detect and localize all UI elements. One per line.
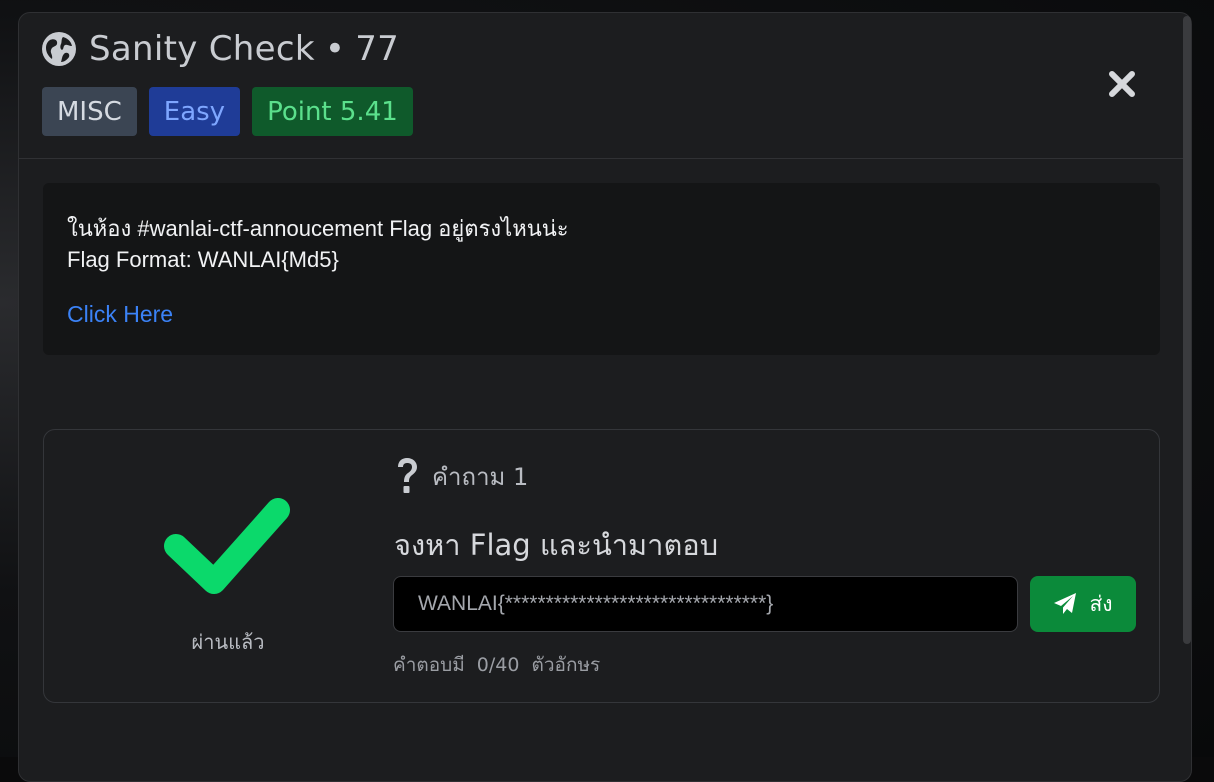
question-card: ผ่านแล้ว คำถาม 1 จงหา Flag และนำมาตอบ ส่… xyxy=(43,429,1160,703)
description-line-1: ในห้อง #wanlai-ctf-annoucement Flag อยู่… xyxy=(67,211,569,246)
title-number: 77 xyxy=(355,29,399,69)
question-prompt: จงหา Flag และนำมาตอบ xyxy=(394,522,718,568)
description-line-2: Flag Format: WANLAI{Md5} xyxy=(67,247,339,273)
check-icon xyxy=(164,498,292,598)
title-row: Sanity Check•77 xyxy=(41,29,399,69)
title-separator: • xyxy=(325,29,345,69)
challenge-title: Sanity Check•77 xyxy=(89,29,399,69)
status-label: ผ่านแล้ว xyxy=(44,626,412,658)
question-heading: คำถาม 1 xyxy=(394,456,528,496)
title-text: Sanity Check xyxy=(89,29,315,69)
answer-input[interactable] xyxy=(393,576,1018,632)
description-box: ในห้อง #wanlai-ctf-annoucement Flag อยู่… xyxy=(43,183,1160,355)
challenge-modal: Sanity Check•77 MISC Easy Point 5.41 ในห… xyxy=(18,12,1192,782)
difficulty-badge: Easy xyxy=(149,87,240,136)
click-here-link[interactable]: Click Here xyxy=(67,301,173,328)
scrollbar[interactable] xyxy=(1183,16,1191,644)
submit-button[interactable]: ส่ง xyxy=(1030,576,1136,632)
close-icon[interactable] xyxy=(1105,67,1139,101)
badge-row: MISC Easy Point 5.41 xyxy=(42,87,413,136)
answer-counter: คำตอบมี 0/40 ตัวอักษร xyxy=(393,650,600,680)
globe-icon xyxy=(41,31,77,67)
question-icon xyxy=(394,456,420,496)
paper-plane-icon xyxy=(1053,592,1077,616)
submit-label: ส่ง xyxy=(1089,588,1112,621)
points-badge: Point 5.41 xyxy=(252,87,413,136)
question-heading-label: คำถาม 1 xyxy=(432,457,528,496)
modal-header: Sanity Check•77 MISC Easy Point 5.41 xyxy=(19,13,1184,159)
category-badge: MISC xyxy=(42,87,137,136)
